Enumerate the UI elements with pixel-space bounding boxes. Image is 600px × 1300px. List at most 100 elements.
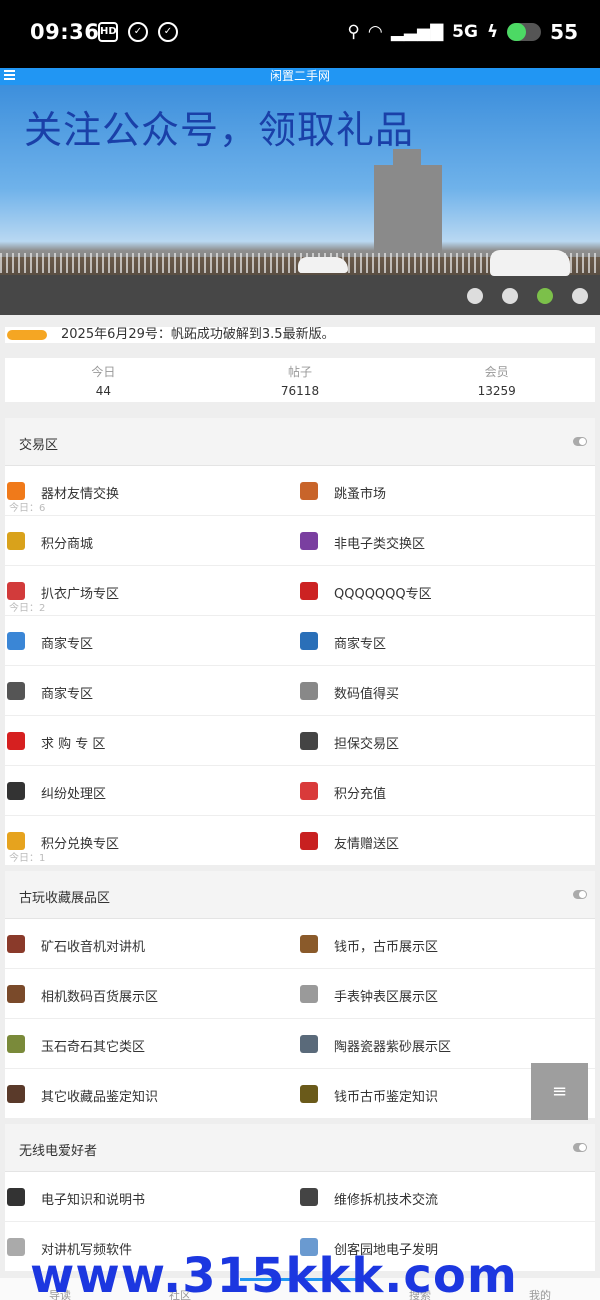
forum-name: 手表钟表区展示区 xyxy=(334,990,439,1005)
app-title: 闲置二手网 xyxy=(269,69,330,83)
gear-icon xyxy=(7,682,25,700)
forum-grid: 器材友情交换 今日：6 跳蚤市场 积分商城 非电子类交换区 扒衣广场专区 今日：2 QQQQQ… xyxy=(5,466,595,866)
stats-panel: 今日 44 帖子 76118 会员 13259 xyxy=(5,358,595,402)
forum-item[interactable]: 手表钟表区展示区 xyxy=(300,969,595,1019)
forum-name: 求 购 专 区 xyxy=(41,737,106,752)
forum-name: 友情赠送区 xyxy=(334,837,400,852)
announcement-icon xyxy=(7,330,47,340)
network-type: 5G xyxy=(452,22,478,42)
stat-today: 今日 44 xyxy=(5,358,202,402)
stat-posts: 帖子 76118 xyxy=(202,358,399,402)
forum-item[interactable]: QQQQQQQ专区 xyxy=(300,566,595,616)
forum-item[interactable]: 跳蚤市场 xyxy=(300,466,595,516)
forum-item[interactable]: 积分商城 xyxy=(5,516,300,566)
stat-label: 今日 xyxy=(91,365,116,379)
location-icon: ⚲ xyxy=(347,22,360,42)
carousel-dot[interactable] xyxy=(572,288,588,304)
guarantee-icon xyxy=(300,732,318,750)
watch-icon xyxy=(300,985,318,1003)
watermark: www.315kkk.com xyxy=(30,1248,518,1300)
forum-item[interactable]: 维修拆机技术交流 xyxy=(300,1172,595,1222)
collapse-toggle-icon[interactable] xyxy=(573,1143,587,1152)
recharge-icon xyxy=(300,782,318,800)
forum-item[interactable]: 友情赠送区 xyxy=(300,816,595,866)
banner-title: 关注公众号，领取礼品 xyxy=(24,108,415,152)
forum-item[interactable]: 玉石奇石其它类区 xyxy=(5,1019,300,1069)
carousel-dot[interactable] xyxy=(537,288,553,304)
forum-item[interactable]: 陶器瓷器紫砂展示区 xyxy=(300,1019,595,1069)
forum-name: 钱币古币鉴定知识 xyxy=(334,1090,439,1105)
forum-section: 交易区 器材友情交换 今日：6 跳蚤市场 积分商城 非电子类交换区 扒衣广场专区 今日：2 QQ… xyxy=(5,418,595,866)
forum-item[interactable]: 纠纷处理区 xyxy=(5,766,300,816)
camera-icon xyxy=(7,985,25,1003)
forum-item[interactable]: 钱币，古币展示区 xyxy=(300,919,595,969)
forum-name: 玉石奇石其它类区 xyxy=(41,1040,146,1055)
forum-item[interactable]: 商家专区 xyxy=(300,616,595,666)
forum-item[interactable]: 电子知识和说明书 xyxy=(5,1172,300,1222)
forum-today-count: 今日：6 xyxy=(9,503,46,514)
wanted-icon xyxy=(7,732,25,750)
forum-item[interactable]: 担保交易区 xyxy=(300,716,595,766)
battery-icon xyxy=(507,23,542,41)
jade-icon xyxy=(7,1035,25,1053)
collapse-toggle-icon[interactable] xyxy=(573,437,587,446)
forum-name: 商家专区 xyxy=(41,687,94,702)
forum-item[interactable]: 积分充值 xyxy=(300,766,595,816)
bag-icon xyxy=(300,632,318,650)
market-icon xyxy=(300,482,318,500)
section-title: 无线电爱好者 xyxy=(19,1144,98,1159)
tools-icon xyxy=(300,1188,318,1206)
forum-item[interactable]: 扒衣广场专区 今日：2 xyxy=(5,566,300,616)
forum-item[interactable]: 其它收藏品鉴定知识 xyxy=(5,1069,300,1119)
forum-section: 古玩收藏展品区 矿石收音机对讲机 钱币，古币展示区相机数码百货展示区 手表钟表区展示区… xyxy=(5,871,595,1119)
forum-item[interactable]: 商家专区 xyxy=(5,616,300,666)
stat-value: 13259 xyxy=(477,384,516,398)
status-bar: 09:36 HD ✓ ✓ ⚲ ◠ ▂▃▅▇ 5G ϟ 55 xyxy=(0,0,600,68)
wifi-icon: ◠ xyxy=(368,22,382,42)
float-menu-button[interactable]: ≡ xyxy=(531,1063,588,1120)
forum-name: 电子知识和说明书 xyxy=(41,1193,146,1208)
forum-item[interactable]: 相机数码百货展示区 xyxy=(5,969,300,1019)
grid-icon xyxy=(300,532,318,550)
menu-icon[interactable] xyxy=(4,70,15,82)
forum-today-count: 今日：2 xyxy=(9,603,46,614)
charging-icon: ϟ xyxy=(486,22,499,42)
status-left-icons: HD ✓ ✓ xyxy=(98,22,178,42)
square-icon xyxy=(7,582,25,600)
forum-item[interactable]: 矿石收音机对讲机 xyxy=(5,919,300,969)
forum-item[interactable]: 非电子类交换区 xyxy=(300,516,595,566)
house-icon xyxy=(7,782,25,800)
stat-label: 帖子 xyxy=(288,365,313,379)
circuit-icon xyxy=(7,1188,25,1206)
forum-name: 扒衣广场专区 xyxy=(41,587,120,602)
carousel-dot[interactable] xyxy=(502,288,518,304)
hd-icon: HD xyxy=(98,22,118,42)
stat-members: 会员 13259 xyxy=(398,358,595,402)
forum-item[interactable]: 求 购 专 区 xyxy=(5,716,300,766)
forum-name: 积分兑换专区 xyxy=(41,837,120,852)
notice-text: 2025年6月29号：帆跖成功破解到3.5最新版。 xyxy=(61,327,335,342)
exchange-icon xyxy=(7,482,25,500)
forum-item[interactable]: 器材友情交换 今日：6 xyxy=(5,466,300,516)
forum-name: 钱币，古币展示区 xyxy=(334,940,439,955)
forum-item[interactable]: 积分兑换专区 今日：1 xyxy=(5,816,300,866)
section-header[interactable]: 无线电爱好者 xyxy=(5,1124,595,1172)
forum-name: QQQQQQQ专区 xyxy=(334,587,432,602)
collapse-toggle-icon[interactable] xyxy=(573,890,587,899)
forum-item[interactable]: 数码值得买 xyxy=(300,666,595,716)
cart-icon xyxy=(300,682,318,700)
forum-name: 商家专区 xyxy=(334,637,387,652)
forum-name: 相机数码百货展示区 xyxy=(41,990,159,1005)
banner-carousel[interactable]: 关注公众号，领取礼品 xyxy=(0,85,600,315)
forum-name: 维修拆机技术交流 xyxy=(334,1193,439,1208)
forum-item[interactable]: 商家专区 xyxy=(5,666,300,716)
section-header[interactable]: 交易区 xyxy=(5,418,595,466)
banner-car xyxy=(298,257,348,273)
collection-icon xyxy=(7,1085,25,1103)
stat-value: 44 xyxy=(95,384,111,398)
carousel-dot[interactable] xyxy=(467,288,483,304)
stat-label: 会员 xyxy=(484,365,509,379)
section-header[interactable]: 古玩收藏展品区 xyxy=(5,871,595,919)
forum-name: 器材友情交换 xyxy=(41,487,120,502)
notice-bar[interactable]: 2025年6月29号：帆跖成功破解到3.5最新版。 xyxy=(5,327,595,343)
